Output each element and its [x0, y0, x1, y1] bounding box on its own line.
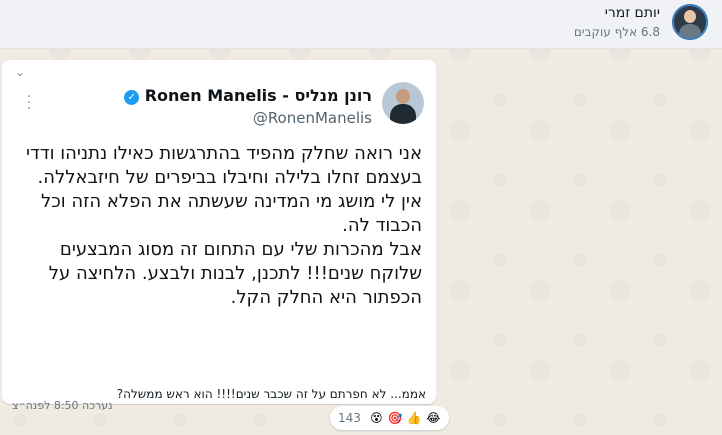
channel-header[interactable]: יותם זמרי 6.8 אלף עוקבים [0, 0, 722, 49]
tweet-text: אני רואה שחלק מהפיד בהתרגשות כאילו נתניה… [22, 142, 422, 310]
tweet-display-name: רונן מנליס - Ronen Manelis ✓ [120, 86, 372, 105]
laughing-reaction-icon: 😂 [426, 410, 441, 425]
thumbs-up-reaction-icon: 👍 [406, 410, 422, 425]
channel-avatar[interactable] [672, 4, 708, 40]
reaction-count: 143 [338, 411, 361, 425]
followers-count: 6.8 אלף עוקבים [573, 25, 660, 39]
more-options-icon: · · · [26, 89, 32, 117]
tweet-screenshot: רונן מנליס - Ronen Manelis ✓ @RonenManel… [6, 64, 432, 396]
message-time: 8:50 לפנה״צ [12, 399, 79, 412]
tweet-handle: @RonenManelis [252, 109, 372, 127]
verified-badge-icon: ✓ [124, 90, 140, 105]
dizzy-face-reaction-icon: 😵 [370, 410, 383, 425]
message-bubble[interactable]: ⌄ רונן מנליס - Ronen Manelis ✓ @RonenMan… [2, 60, 436, 412]
reactions-bar[interactable]: 143 😵 🎯 👍 😂 [330, 406, 449, 430]
channel-name[interactable]: יותם זמרי [605, 5, 660, 21]
target-reaction-icon: 🎯 [387, 410, 403, 425]
edited-label: נערכה [82, 399, 113, 412]
message-meta: נערכה 8:50 לפנה״צ [12, 399, 113, 412]
tweet-paragraph: אבל מהכרות שלי עם התחום זה מסוג המבצעים … [48, 239, 422, 308]
tweet-paragraph: אני רואה שחלק מהפיד בהתרגשות כאילו נתניה… [25, 143, 422, 188]
tweet-paragraph: אין לי מושג מי המדינה שעשתה את הפלא הזה … [41, 191, 422, 236]
tweet-avatar [382, 82, 424, 124]
